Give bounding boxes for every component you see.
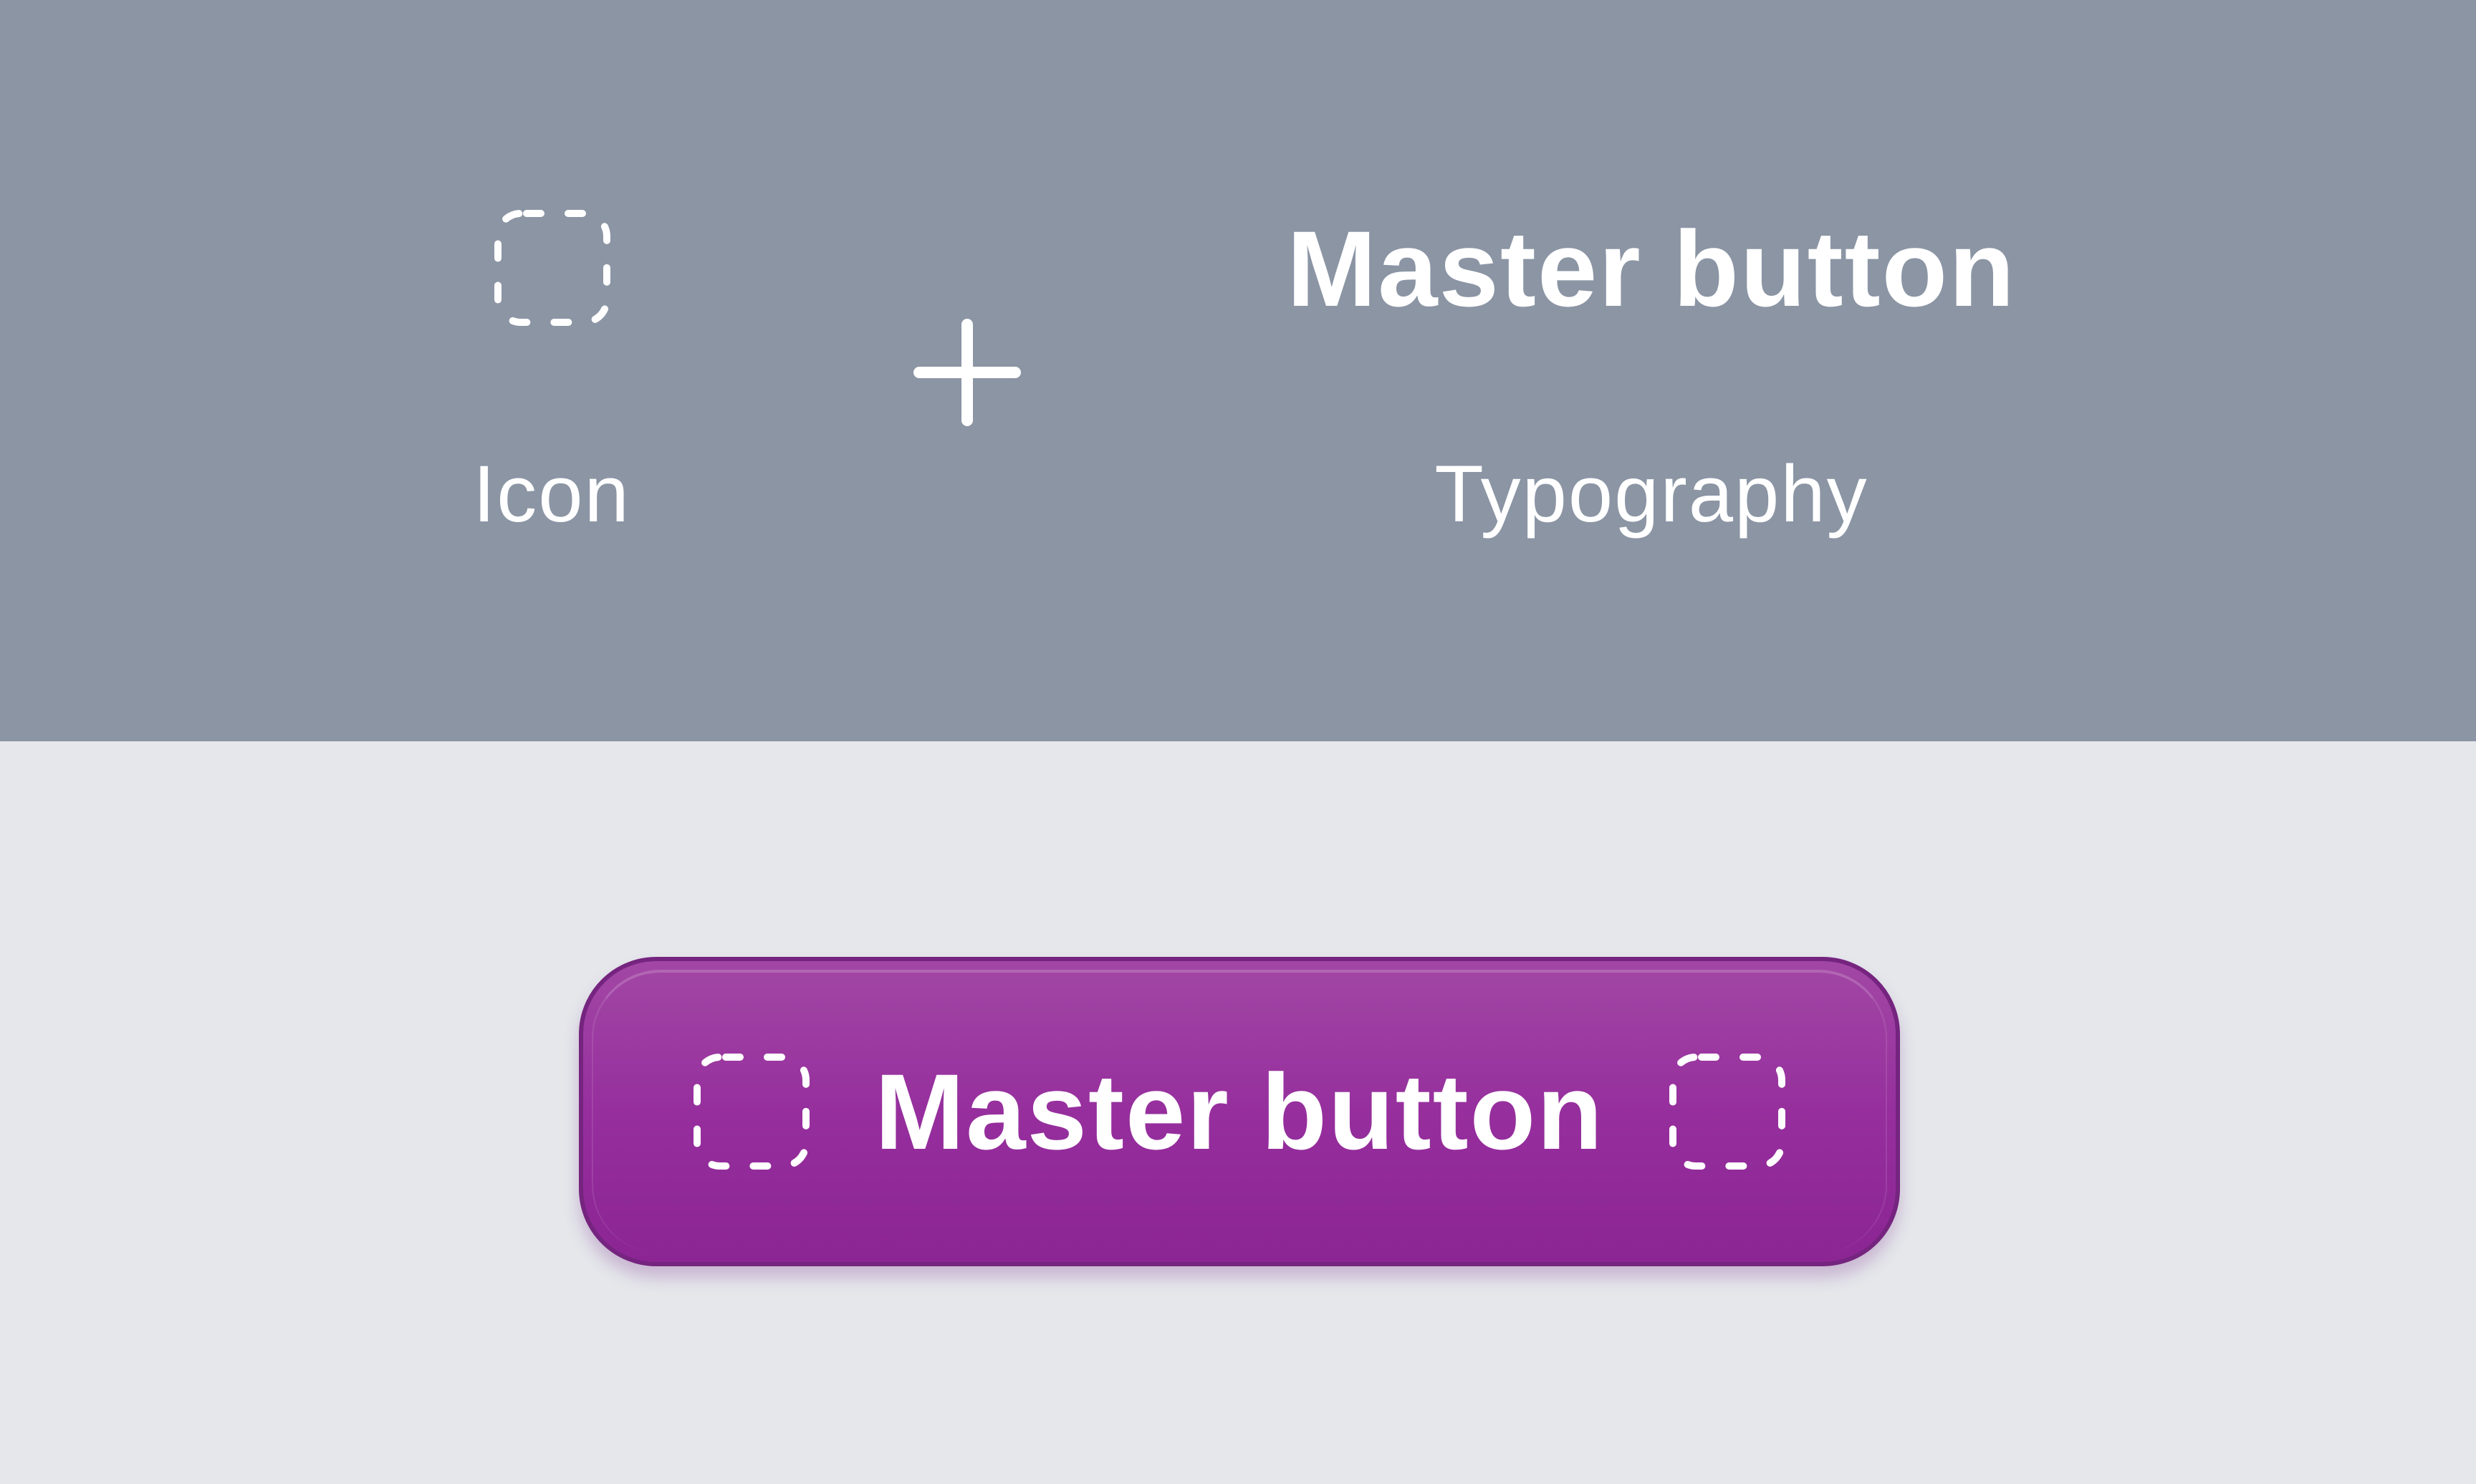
anatomy-panel xyxy=(0,0,2476,741)
trailing-dashed-square-icon xyxy=(1669,1054,1785,1170)
dashed-square-icon xyxy=(494,210,610,326)
typography-sample: Master button xyxy=(1287,208,2016,329)
master-button-label: Master button xyxy=(875,1051,1604,1172)
typography-label: Typography xyxy=(1434,449,1868,539)
icon-label: Icon xyxy=(473,449,630,539)
leading-dashed-square-icon xyxy=(694,1054,810,1170)
master-button[interactable]: Master button xyxy=(579,957,1900,1266)
plus-icon xyxy=(913,319,1021,426)
